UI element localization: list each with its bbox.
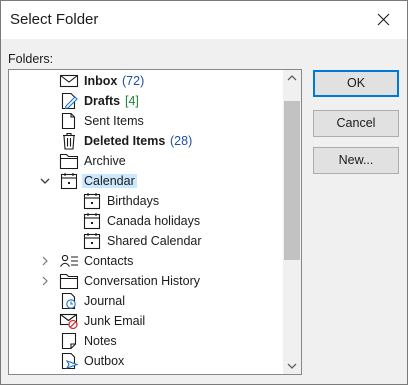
- folder-icon: [59, 272, 79, 290]
- folder-tree-item[interactable]: Conversation History: [9, 271, 281, 291]
- folder-label: Notes: [84, 334, 117, 348]
- cancel-button[interactable]: Cancel: [313, 110, 399, 137]
- scroll-down-button[interactable]: [283, 357, 301, 374]
- calendar-icon: [82, 212, 102, 230]
- sent-items-icon: [59, 112, 79, 130]
- calendar-icon: [59, 172, 79, 190]
- folder-label: Contacts: [84, 254, 134, 268]
- calendar-icon: [82, 232, 102, 250]
- folder-tree-item[interactable]: Sent Items: [9, 111, 281, 131]
- outbox-icon: [59, 352, 79, 370]
- folder-icon: [59, 152, 79, 170]
- folder-tree-item[interactable]: Inbox (72): [9, 71, 281, 91]
- folder-label: Shared Calendar: [107, 234, 202, 248]
- close-button[interactable]: [361, 1, 407, 39]
- folder-tree-item[interactable]: Contacts: [9, 251, 281, 271]
- folder-tree[interactable]: Inbox (72) Drafts [4] Sent Items Deleted Item…: [8, 69, 302, 375]
- calendar-icon: [82, 192, 102, 210]
- folder-tree-item[interactable]: Archive: [9, 151, 281, 171]
- folder-label: Outbox: [84, 354, 125, 368]
- scroll-thumb[interactable]: [284, 101, 300, 260]
- folder-tree-item[interactable]: Outbox: [9, 351, 281, 371]
- folder-label: Birthdays: [107, 194, 160, 208]
- unread-count-badge: (72): [122, 74, 145, 88]
- vertical-scrollbar[interactable]: [283, 70, 301, 374]
- folder-label: Drafts: [84, 94, 121, 108]
- scroll-up-button[interactable]: [283, 70, 301, 87]
- folder-label: Conversation History: [84, 274, 201, 288]
- drafts-icon: [59, 92, 79, 110]
- junk-email-icon: [59, 312, 79, 330]
- folder-label: Calendar: [82, 174, 137, 188]
- folder-label: Inbox: [84, 74, 118, 88]
- new-folder-button[interactable]: New...: [313, 147, 399, 174]
- folder-tree-item[interactable]: Junk Email: [9, 311, 281, 331]
- folder-tree-item[interactable]: Notes: [9, 331, 281, 351]
- folder-label: Archive: [84, 154, 126, 168]
- folder-tree-item[interactable]: Deleted Items (28): [9, 131, 281, 151]
- folder-tree-item[interactable]: Calendar: [9, 171, 281, 191]
- chevron-down-icon[interactable]: [39, 175, 51, 187]
- unread-count-badge: [4]: [125, 94, 139, 108]
- folder-label: Deleted Items: [84, 134, 166, 148]
- folder-label: Journal: [84, 294, 125, 308]
- trash-icon: [59, 132, 79, 150]
- folder-tree-item[interactable]: Drafts [4]: [9, 91, 281, 111]
- folder-label: Junk Email: [84, 314, 146, 328]
- folder-label: Sent Items: [84, 114, 144, 128]
- notes-icon: [59, 332, 79, 350]
- title-bar: Select Folder: [1, 1, 407, 39]
- ok-button[interactable]: OK: [313, 70, 399, 97]
- window-title: Select Folder: [10, 11, 99, 28]
- folder-tree-item[interactable]: Journal: [9, 291, 281, 311]
- folder-tree-item[interactable]: Canada holidays: [9, 211, 281, 231]
- chevron-right-icon[interactable]: [39, 275, 51, 287]
- chevron-up-icon: [287, 75, 297, 81]
- folder-tree-item[interactable]: Birthdays: [9, 191, 281, 211]
- folders-label: Folders:: [8, 52, 54, 66]
- close-icon: [377, 13, 390, 26]
- select-folder-dialog: Select Folder Folders: Inbox (72) Drafts [4…: [0, 0, 408, 385]
- unread-count-badge: (28): [170, 134, 193, 148]
- folder-tree-item[interactable]: Shared Calendar: [9, 231, 281, 251]
- contacts-icon: [59, 252, 79, 270]
- inbox-icon: [59, 72, 79, 90]
- chevron-right-icon[interactable]: [39, 255, 51, 267]
- folder-label: Canada holidays: [107, 214, 201, 228]
- journal-icon: [59, 292, 79, 310]
- chevron-down-icon: [287, 363, 297, 369]
